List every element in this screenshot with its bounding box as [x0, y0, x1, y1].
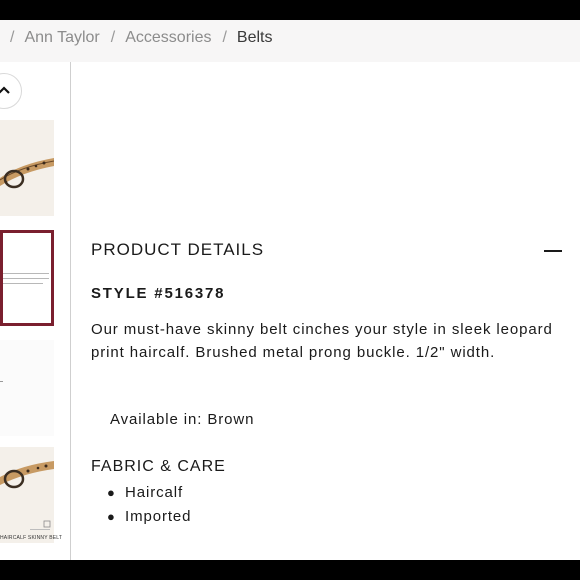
text-line — [3, 273, 49, 274]
thumbnail-blank-image[interactable] — [0, 340, 54, 436]
breadcrumb-item-ann-taylor[interactable]: Ann Taylor — [24, 29, 99, 47]
thumbnail-belt-image-1[interactable] — [0, 120, 54, 216]
thumbnail-details-text-selected[interactable] — [0, 230, 54, 326]
thumbnail-caption: HAIRCALF SKINNY BELT — [0, 535, 63, 541]
breadcrumb-separator: / — [110, 29, 116, 46]
chevron-up-icon — [0, 82, 11, 100]
list-item: ● Imported — [107, 506, 191, 530]
belt-image — [0, 158, 54, 189]
product-page: / Ann Taylor / Accessories / Belts HAIRC… — [0, 20, 580, 560]
product-description: Our must-have skinny belt cinches your s… — [91, 321, 553, 361]
fabric-item-label: Imported — [125, 508, 192, 525]
product-details-heading[interactable]: PRODUCT DETAILS — [91, 240, 264, 260]
fabric-care-list: ● Haircalf ● Imported — [107, 482, 191, 530]
minus-icon[interactable] — [544, 250, 562, 252]
style-number: STYLE #516378 — [91, 285, 226, 302]
text-line — [3, 278, 49, 279]
breadcrumb-bar: / Ann Taylor / Accessories / Belts — [0, 20, 580, 62]
text-line — [3, 283, 43, 284]
thumbnail-rail: HAIRCALF SKINNY BELT — [0, 62, 71, 560]
thumbnail-belt-image-2[interactable] — [0, 447, 54, 543]
breadcrumb-separator: / — [222, 29, 227, 46]
breadcrumb: / Ann Taylor / Accessories / Belts — [10, 29, 284, 47]
breadcrumb-item-accessories[interactable]: Accessories — [125, 29, 211, 47]
breadcrumb-item-belts: Belts — [236, 29, 273, 46]
bullet-icon: ● — [107, 485, 116, 500]
thumbnail-scroll-up-button[interactable] — [0, 73, 22, 109]
bullet-icon: ● — [107, 509, 116, 524]
belt-image — [0, 461, 54, 530]
fabric-item-label: Haircalf — [125, 484, 184, 501]
text-line — [0, 381, 3, 382]
availability-text: Available in: Brown — [110, 411, 255, 428]
list-item: ● Haircalf — [107, 482, 191, 506]
fabric-care-heading: FABRIC & CARE — [91, 458, 226, 475]
breadcrumb-separator: / — [10, 29, 15, 46]
